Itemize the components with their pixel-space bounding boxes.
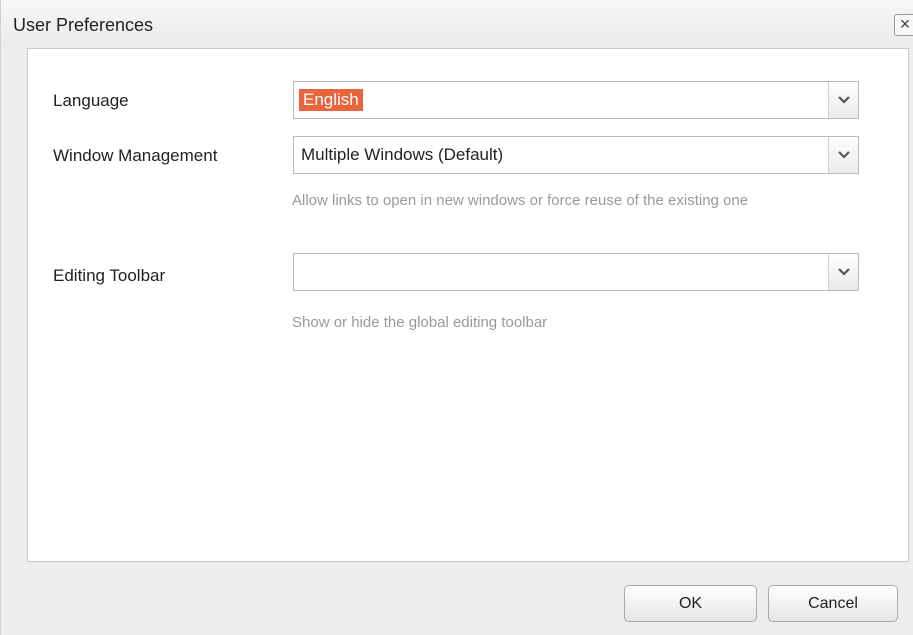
language-label: Language xyxy=(53,91,129,110)
chevron-down-icon xyxy=(838,268,850,276)
editing-toolbar-label: Editing Toolbar xyxy=(53,266,166,285)
chevron-down-icon xyxy=(838,96,850,104)
language-select[interactable]: English xyxy=(293,81,859,119)
editing-toolbar-help: Show or hide the global editing toolbar xyxy=(292,314,548,331)
window-management-dropdown-button[interactable] xyxy=(828,137,858,173)
dialog-title: User Preferences xyxy=(13,15,154,35)
ok-button[interactable]: OK xyxy=(624,585,757,622)
user-preferences-dialog: User Preferences × Language English Wind… xyxy=(0,0,913,635)
dialog-titlebar[interactable]: User Preferences × xyxy=(1,0,913,48)
language-dropdown-button[interactable] xyxy=(828,82,858,118)
window-management-select-value: Multiple Windows (Default) xyxy=(301,145,504,164)
language-select-value: English xyxy=(299,89,363,111)
window-management-label: Window Management xyxy=(53,146,218,165)
preferences-panel xyxy=(27,48,909,562)
editing-toolbar-dropdown-button[interactable] xyxy=(828,254,858,290)
chevron-down-icon xyxy=(838,151,850,159)
window-management-select[interactable]: Multiple Windows (Default) xyxy=(293,136,859,174)
editing-toolbar-select[interactable] xyxy=(293,253,859,291)
window-management-help: Allow links to open in new windows or fo… xyxy=(292,192,749,209)
close-button[interactable]: × xyxy=(894,14,913,36)
cancel-button[interactable]: Cancel xyxy=(768,585,898,622)
close-icon: × xyxy=(899,14,911,34)
